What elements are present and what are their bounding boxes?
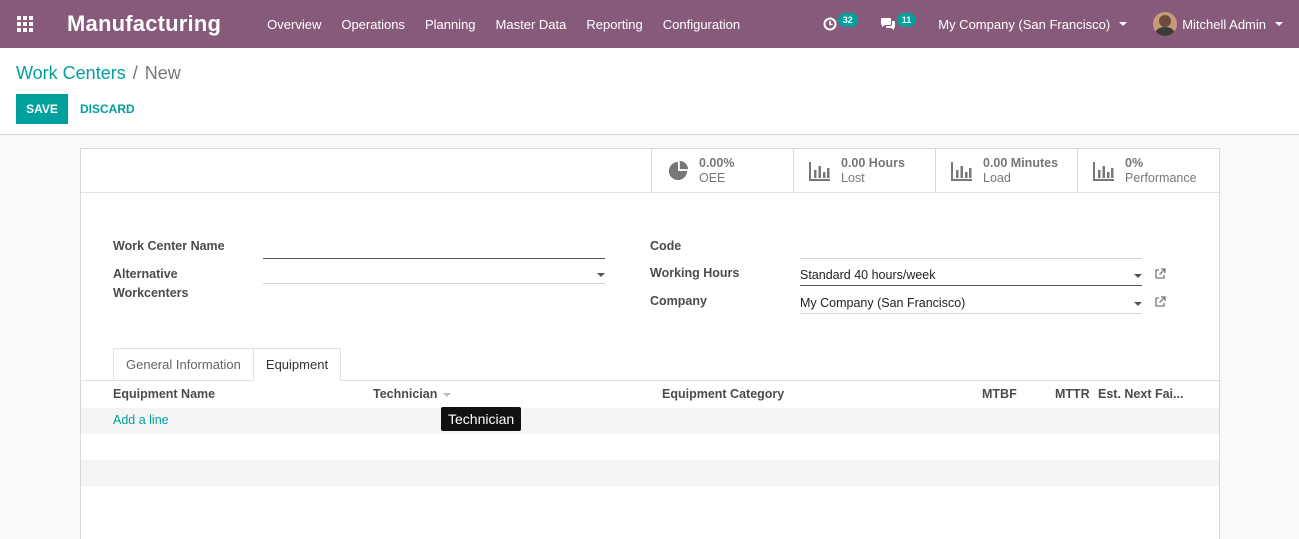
breadcrumb-current: New [144,63,181,83]
form-sheet: 0.00% OEE 0.00 Hours Lost 0.00 Minutes L… [80,148,1220,539]
stat-performance-value: 0% [1125,155,1144,170]
apps-menu-icon[interactable] [0,0,50,48]
add-line-link[interactable]: Add a line [113,413,169,427]
chevron-down-icon[interactable] [1134,302,1142,306]
menu-reporting[interactable]: Reporting [586,17,642,32]
bar-chart-icon [1093,161,1114,181]
working-hours-label: Working Hours [650,266,740,280]
company-select[interactable]: My Company (San Francisco) [800,294,1142,314]
working-hours-value: Standard 40 hours/week [800,268,936,282]
column-equipment-category[interactable]: Equipment Category [662,387,784,401]
company-switcher-label: My Company (San Francisco) [938,16,1111,32]
stat-button-oee[interactable]: 0.00% OEE [651,149,793,192]
chevron-down-icon [1119,22,1128,26]
stat-lost-value: 0.00 Hours [841,155,905,170]
menu-configuration[interactable]: Configuration [663,17,740,32]
menu-operations[interactable]: Operations [341,17,405,32]
external-link-icon[interactable] [1154,296,1166,308]
chevron-down-icon[interactable] [597,273,605,277]
column-technician[interactable]: Technician [373,387,452,401]
user-name: Mitchell Admin [1182,16,1266,32]
breadcrumb-work-centers[interactable]: Work Centers [16,63,126,84]
activities-button[interactable]: 32 [823,13,858,31]
save-button[interactable]: SAVE [16,94,68,124]
divider [81,192,1219,193]
menu-overview[interactable]: Overview [267,17,321,32]
stat-button-performance[interactable]: 0% Performance [1077,149,1219,192]
app-brand[interactable]: Manufacturing [67,11,221,37]
user-menu[interactable]: Mitchell Admin [1153,12,1283,36]
work-center-name-input[interactable] [263,241,605,259]
stat-button-load[interactable]: 0.00 Minutes Load [935,149,1077,192]
navbar-systray: 32 11 My Company (San Francisco) Mitchel… [823,0,1299,48]
stat-lost-label: Lost [841,170,865,185]
menu-master-data[interactable]: Master Data [496,17,567,32]
stat-button-lost[interactable]: 0.00 Hours Lost [793,149,935,192]
table-row [81,434,1219,460]
bar-chart-icon [809,161,830,181]
column-equipment-name[interactable]: Equipment Name [113,387,215,401]
column-technician-label: Technician [373,387,438,401]
clock-icon [823,17,837,31]
code-input[interactable] [800,241,1142,259]
activities-count-badge: 32 [837,13,858,27]
breadcrumb-separator: / [132,63,138,83]
alternative-workcenters-label-line1: Alternative [113,267,178,281]
column-mtbf[interactable]: MTBF [982,387,1017,401]
control-panel: Work Centers / New SAVE DISCARD [0,48,1299,135]
tooltip-technician: Technician [441,407,522,431]
menu-planning[interactable]: Planning [425,17,476,32]
messages-count-badge: 11 [896,13,917,27]
stat-load-label: Load [983,170,1011,185]
company-label: Company [650,294,707,308]
bar-chart-icon [951,161,972,181]
equipment-table-header: Equipment Name Technician Equipment Cate… [81,381,1219,408]
alternative-workcenters-label-line2: Workcenters [113,286,189,300]
column-est-next-failure[interactable]: Est. Next Fai... [1098,387,1183,401]
working-hours-select[interactable]: Standard 40 hours/week [800,266,1142,286]
tab-general-information[interactable]: General Information [113,348,254,381]
chevron-down-icon [1275,22,1283,26]
top-navbar: Manufacturing Overview Operations Planni… [0,0,1299,48]
tab-equipment[interactable]: Equipment [252,348,342,381]
stat-oee-label: OEE [699,170,726,185]
main-menu: Overview Operations Planning Master Data… [267,17,760,32]
work-center-name-label: Work Center Name [113,239,225,253]
alternative-workcenters-input[interactable] [263,266,605,284]
table-row [81,408,1219,434]
avatar [1153,12,1178,36]
stat-button-box: 0.00% OEE 0.00 Hours Lost 0.00 Minutes L… [651,149,1219,192]
stat-oee-value: 0.00% [699,155,735,170]
messages-button[interactable]: 11 [880,13,917,31]
pie-chart-icon [668,160,688,180]
sort-icon [443,392,452,397]
discard-button[interactable]: DISCARD [80,94,135,124]
external-link-icon[interactable] [1154,268,1166,280]
stat-performance-label: Performance [1125,170,1197,185]
breadcrumb: Work Centers / New [16,63,181,84]
chevron-down-icon[interactable] [1134,274,1142,278]
company-value: My Company (San Francisco) [800,296,966,310]
stat-load-value: 0.00 Minutes [983,155,1059,170]
company-switcher[interactable]: My Company (San Francisco) [938,16,1128,32]
table-row [81,460,1219,486]
code-label: Code [650,239,682,253]
chat-icon [880,18,895,30]
column-mttr[interactable]: MTTR [1055,387,1090,401]
notebook-tabs: General Information Equipment [113,348,342,381]
